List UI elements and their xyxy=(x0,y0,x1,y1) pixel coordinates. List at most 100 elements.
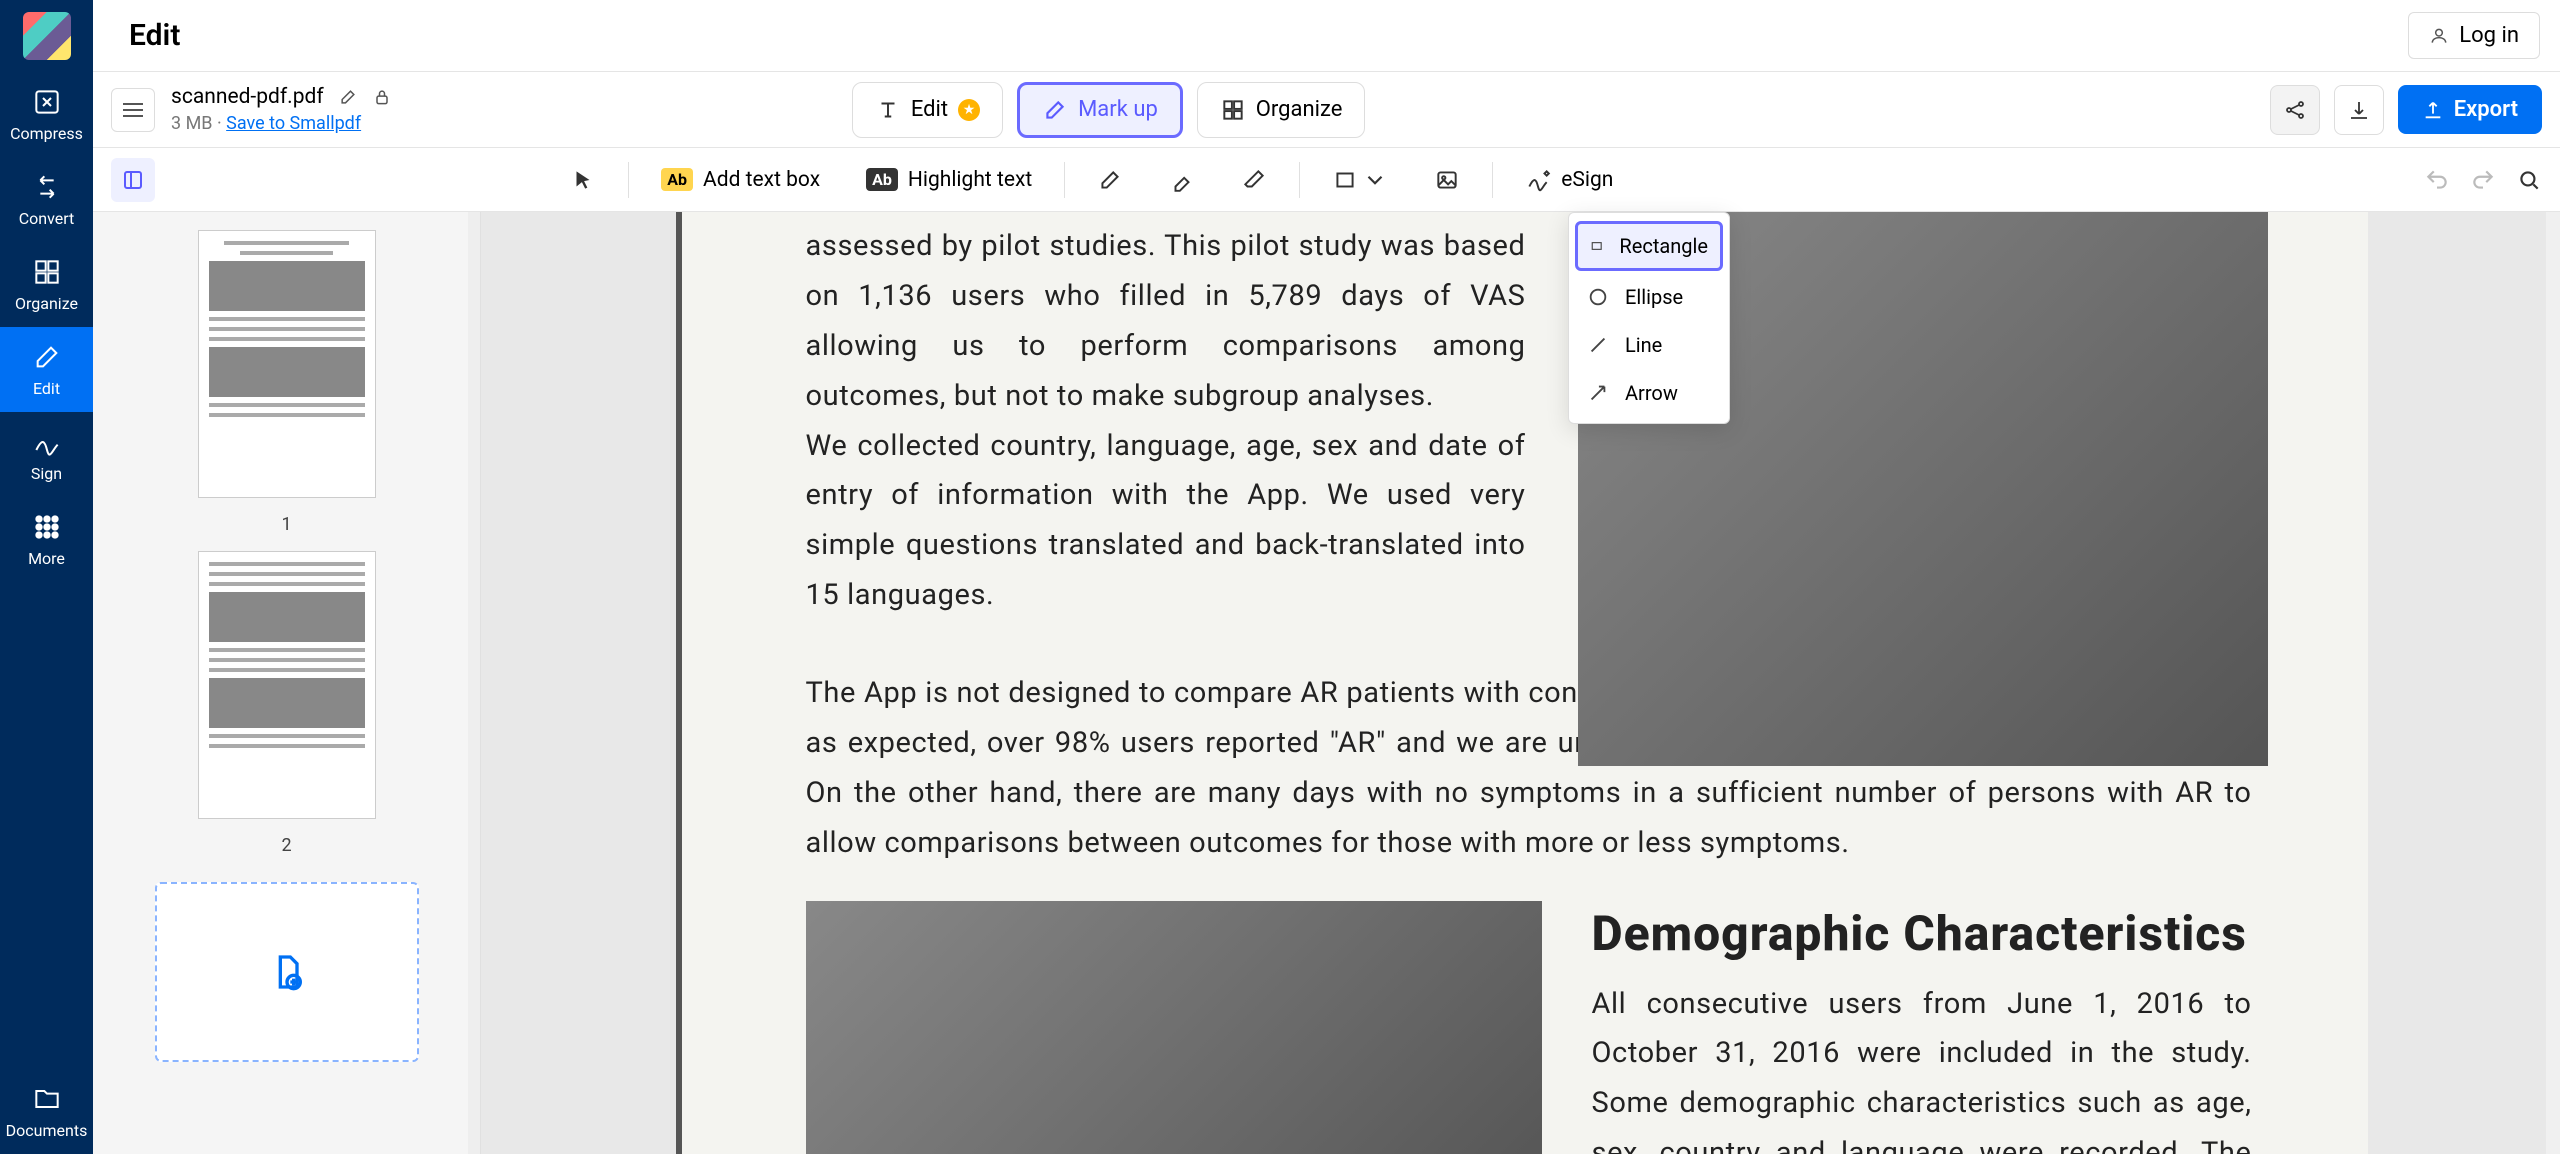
sidebar-label: Organize xyxy=(15,294,78,313)
image-icon xyxy=(1434,167,1460,193)
document-image xyxy=(806,901,1542,1154)
sidebar-label: Compress xyxy=(10,124,83,143)
sidebar-item-convert[interactable]: Convert xyxy=(0,157,93,242)
line-icon xyxy=(1587,334,1609,356)
shape-line[interactable]: Line xyxy=(1569,321,1729,369)
file-name: scanned-pdf.pdf xyxy=(171,85,324,109)
shape-label: Ellipse xyxy=(1625,285,1683,309)
redo-icon[interactable] xyxy=(2470,167,2496,193)
pencil-icon xyxy=(1042,97,1068,123)
marker-tool[interactable] xyxy=(1155,159,1209,201)
filebar: scanned-pdf.pdf 3 MB · Save to Smallpdf … xyxy=(93,72,2560,148)
pen-tool[interactable] xyxy=(1083,159,1137,201)
rectangle-icon xyxy=(1590,235,1603,257)
shape-label: Rectangle xyxy=(1619,234,1708,258)
save-link[interactable]: Save to Smallpdf xyxy=(226,113,361,134)
document-text: assessed by pilot studies. This pilot st… xyxy=(806,222,1526,422)
highlight-tool[interactable]: Ab Highlight text xyxy=(852,160,1046,200)
file-size: 3 MB xyxy=(171,113,213,134)
user-icon xyxy=(2429,26,2449,46)
thumbnail-panel: 1 2 xyxy=(93,212,481,1154)
pen-icon xyxy=(1097,167,1123,193)
btn-label: Add text box xyxy=(703,168,820,192)
image-tool[interactable] xyxy=(1420,159,1474,201)
page-thumbnail[interactable] xyxy=(198,551,376,819)
download-button[interactable] xyxy=(2334,85,2384,135)
shape-ellipse[interactable]: Ellipse xyxy=(1569,273,1729,321)
menu-button[interactable] xyxy=(111,88,155,132)
ab-icon: Ab xyxy=(866,168,898,191)
sidebar-label: Edit xyxy=(33,379,60,398)
upload-icon xyxy=(2422,99,2444,121)
select-tool[interactable] xyxy=(556,159,610,201)
shape-arrow[interactable]: Arrow xyxy=(1569,369,1729,417)
sidebar-item-documents[interactable]: Documents xyxy=(0,1069,93,1154)
tab-markup[interactable]: Mark up xyxy=(1017,82,1183,138)
sidebar-icon xyxy=(121,168,145,192)
markup-toolbar: Ab Add text box Ab Highlight text eSign xyxy=(93,148,2560,212)
login-label: Log in xyxy=(2459,23,2519,48)
document-heading: Demographic Characteristics xyxy=(1592,905,2252,962)
cursor-icon xyxy=(570,167,596,193)
tab-organize[interactable]: Organize xyxy=(1197,82,1366,138)
thumb-number: 2 xyxy=(281,835,291,856)
text-icon xyxy=(875,97,901,123)
scrollbar[interactable] xyxy=(2546,212,2560,1154)
signature-icon xyxy=(1525,167,1551,193)
sidebar-label: Sign xyxy=(31,464,62,483)
export-button[interactable]: Export xyxy=(2398,85,2542,134)
add-page-button[interactable] xyxy=(155,882,419,1062)
sidebar-item-more[interactable]: More xyxy=(0,497,93,582)
add-page-icon xyxy=(267,952,307,992)
sidebar-label: More xyxy=(28,549,65,568)
lock-icon[interactable] xyxy=(372,87,392,107)
star-icon: ★ xyxy=(958,99,980,121)
chevron-down-icon xyxy=(1362,167,1388,193)
page-title: Edit xyxy=(129,18,180,53)
rectangle-icon xyxy=(1332,167,1358,193)
share-icon xyxy=(2283,98,2307,122)
panel-toggle[interactable] xyxy=(111,158,155,202)
tab-label: Organize xyxy=(1256,97,1343,122)
sidebar-label: Documents xyxy=(6,1121,88,1140)
btn-label: Highlight text xyxy=(908,168,1032,192)
eraser-icon xyxy=(1241,167,1267,193)
thumb-number: 1 xyxy=(281,514,291,535)
btn-label: eSign xyxy=(1561,168,1613,192)
grid-icon xyxy=(1220,97,1246,123)
tab-label: Edit xyxy=(911,97,948,122)
shape-label: Arrow xyxy=(1625,381,1678,405)
document-text: All consecutive users from June 1, 2016 … xyxy=(1592,980,2252,1154)
shape-rectangle[interactable]: Rectangle xyxy=(1575,221,1723,271)
document-page: assessed by pilot studies. This pilot st… xyxy=(676,212,2368,1154)
app-sidebar: Compress Convert Organize Edit Sign More… xyxy=(0,0,93,1154)
add-text-tool[interactable]: Ab Add text box xyxy=(647,160,834,200)
download-icon xyxy=(2347,98,2371,122)
export-label: Export xyxy=(2454,97,2518,122)
shape-label: Line xyxy=(1625,333,1662,357)
shape-tool[interactable] xyxy=(1318,159,1402,201)
tab-edit[interactable]: Edit ★ xyxy=(852,82,1003,138)
mode-tabs: Edit ★ Mark up Organize xyxy=(852,82,1366,138)
page-thumbnail[interactable] xyxy=(198,230,376,498)
search-icon[interactable] xyxy=(2516,167,2542,193)
sidebar-item-sign[interactable]: Sign xyxy=(0,412,93,497)
esign-tool[interactable]: eSign xyxy=(1511,159,1627,201)
ab-icon: Ab xyxy=(661,168,693,191)
document-view[interactable]: assessed by pilot studies. This pilot st… xyxy=(481,212,2546,1154)
pencil-icon[interactable] xyxy=(338,87,358,107)
main-area: Edit Log in scanned-pdf.pdf 3 MB · Save … xyxy=(93,0,2560,1154)
login-button[interactable]: Log in xyxy=(2408,12,2540,59)
undo-icon[interactable] xyxy=(2424,167,2450,193)
eraser-tool[interactable] xyxy=(1227,159,1281,201)
sidebar-item-edit[interactable]: Edit xyxy=(0,327,93,412)
work-area: 1 2 assessed by pilot studies. This pilo… xyxy=(93,212,2560,1154)
app-logo[interactable] xyxy=(23,12,71,60)
sidebar-item-compress[interactable]: Compress xyxy=(0,72,93,157)
ellipse-icon xyxy=(1587,286,1609,308)
topbar: Edit Log in xyxy=(93,0,2560,72)
sidebar-item-organize[interactable]: Organize xyxy=(0,242,93,327)
share-button[interactable] xyxy=(2270,85,2320,135)
arrow-icon xyxy=(1587,382,1609,404)
tab-label: Mark up xyxy=(1078,97,1158,122)
